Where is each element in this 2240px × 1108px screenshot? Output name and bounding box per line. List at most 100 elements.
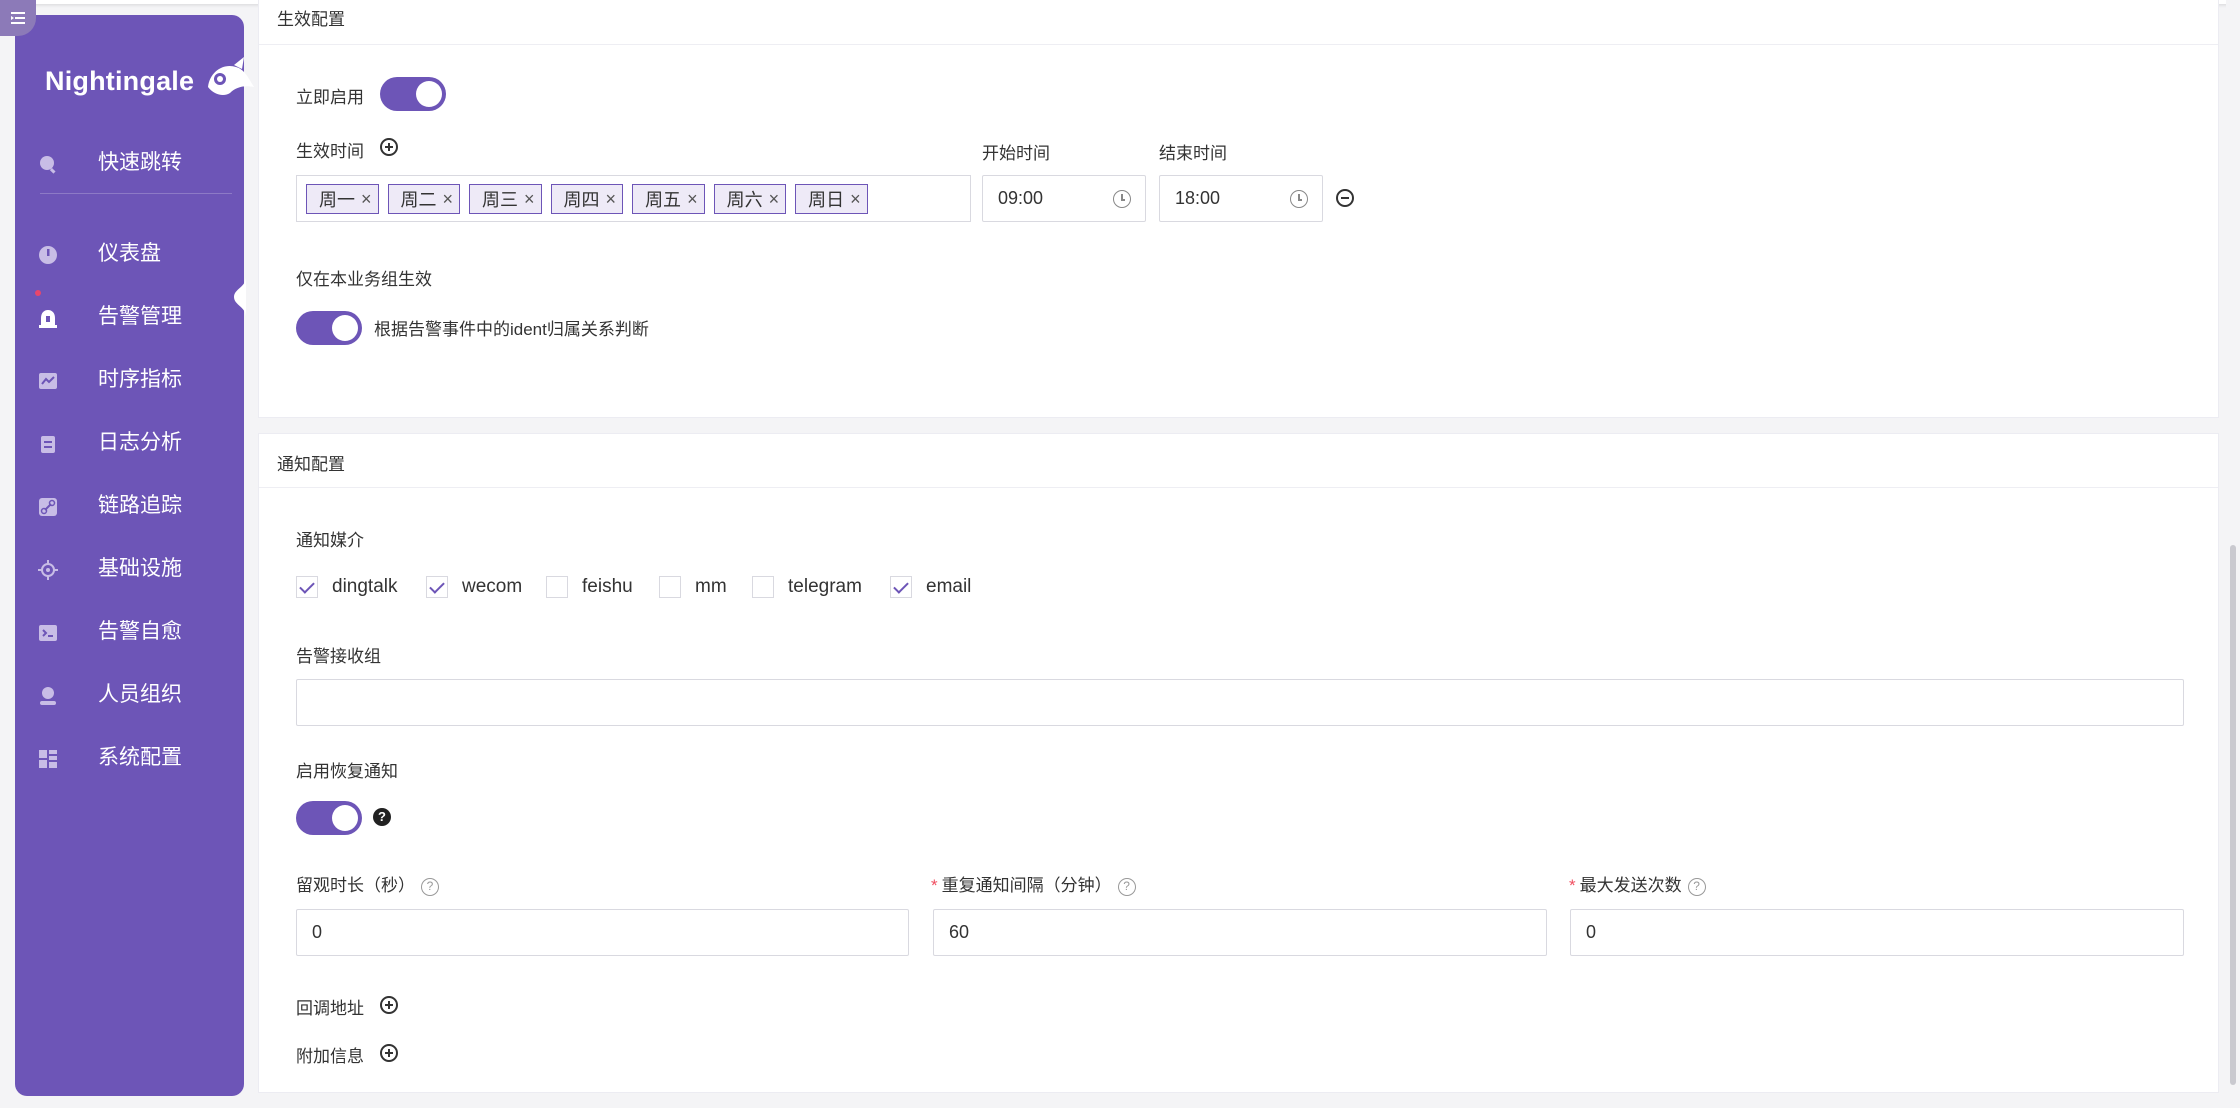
remove-time-icon[interactable] [1336,189,1354,207]
add-time-icon[interactable] [380,138,398,156]
weekday-tag[interactable]: 周四 × [550,183,624,214]
start-time-picker[interactable]: 09:00 [982,175,1146,222]
group-only-hint: 根据告警事件中的ident归属关系判断 [374,320,649,339]
receiver-group-select[interactable] [296,679,2184,726]
brand[interactable]: Nightingale [45,55,256,107]
sidebar-item-label: 仪表盘 [98,242,161,265]
checkbox-icon [426,576,448,598]
nightingale-bird-logo-icon [208,57,255,95]
card-header: 通知配置 [259,434,2218,488]
sidebar-item-label: 链路追踪 [98,494,182,517]
help-icon[interactable]: ? [421,877,439,896]
recover-notify-label: 启用恢复通知 [296,762,398,781]
sidebar-item-dashboard[interactable]: 仪表盘 [15,232,244,276]
effective-config-card: 生效配置 立即启用 生效时间 开始时间 结束时间 周一 × 周二 × 周三 × 周四 ×… [258,0,2219,418]
checkbox-icon [752,576,774,598]
observe-duration-input[interactable]: 0 [296,909,909,956]
card-title: 通知配置 [277,455,345,474]
weekday-tag[interactable]: 周日 × [795,183,868,214]
weekday-tag[interactable]: 周三 × [469,183,542,214]
sidebar-item-system-settings[interactable]: 系统配置 [15,736,244,780]
sidebar-item-label: 快速跳转 [98,151,182,174]
recover-notify-switch[interactable] [296,801,362,835]
sidebar-item-alarm-management[interactable]: 告警管理 [15,295,244,339]
repeat-interval-input[interactable]: 60 [933,909,1547,956]
grid-settings-icon [39,750,57,768]
end-time-picker[interactable]: 18:00 [1159,175,1323,222]
weekday-tag[interactable]: 周五 × [632,183,705,214]
start-time-value: 09:00 [998,188,1044,208]
sidebar-item-self-healing[interactable]: 告警自愈 [15,610,244,654]
channel-feishu-checkbox[interactable]: feishu [546,576,633,598]
question-icon[interactable]: ? [373,808,391,826]
sidebar-item-label: 人员组织 [98,683,182,706]
link-icon [39,498,57,516]
sidebar: Nightingale 快速跳转 仪表盘 告警管理 时序指标 日志分析 链路追踪… [15,15,255,1096]
sidebar-item-infrastructure[interactable]: 基础设施 [15,547,244,591]
weekday-tag[interactable]: 周二 × [387,183,461,214]
start-time-label: 开始时间 [982,144,1050,163]
close-icon[interactable]: × [850,190,861,208]
main-content: 生效配置 立即启用 生效时间 开始时间 结束时间 周一 × 周二 × 周三 × 周四 ×… [258,0,2220,1108]
channel-telegram-checkbox[interactable]: telegram [752,576,862,598]
close-icon[interactable]: × [606,190,617,208]
add-callback-icon[interactable] [380,996,398,1014]
enable-now-label: 立即启用 [296,88,364,107]
channel-mm-checkbox[interactable]: mm [659,576,727,598]
receiver-group-label: 告警接收组 [296,647,381,666]
callback-url-label: 回调地址 [296,999,364,1018]
active-item-indicator [234,277,246,317]
help-icon[interactable]: ? [1687,877,1706,896]
close-icon[interactable]: × [443,190,454,208]
extra-info-label: 附加信息 [296,1047,364,1066]
channel-dingtalk-checkbox[interactable]: dingtalk [296,576,398,598]
add-extra-info-icon[interactable] [380,1044,398,1062]
max-send-count-input[interactable]: 0 [1570,909,2184,956]
help-icon[interactable]: ? [1117,877,1136,896]
group-only-label: 仅在本业务组生效 [296,270,432,289]
end-time-value: 18:00 [1175,188,1221,208]
sidebar-item-timeseries-metrics[interactable]: 时序指标 [15,358,244,402]
crosshair-icon [38,560,58,580]
channel-email-checkbox[interactable]: email [890,576,971,598]
card-title: 生效配置 [277,10,345,29]
close-icon[interactable]: × [361,190,372,208]
max-send-count-label: * 最大发送次数? [1569,871,1706,896]
sidebar-divider [40,193,232,194]
user-icon [40,687,56,705]
sidebar-item-quick-jump[interactable]: 快速跳转 [15,141,244,185]
sidebar-item-log-analysis[interactable]: 日志分析 [15,421,244,465]
scrollbar-thumb[interactable] [2230,545,2236,1085]
weekday-select[interactable]: 周一 × 周二 × 周三 × 周四 × 周五 × 周六 × 周日 × [296,175,971,222]
sidebar-item-label: 系统配置 [98,746,182,769]
group-only-switch[interactable] [296,311,362,345]
close-icon[interactable]: × [687,190,698,208]
sidebar-item-trace[interactable]: 链路追踪 [15,484,244,528]
menu-collapse-button[interactable] [0,0,36,36]
checkbox-icon [659,576,681,598]
clock-icon [1290,190,1308,208]
metrics-chart-icon [39,373,57,389]
effective-time-label: 生效时间 [296,142,364,161]
close-icon[interactable]: × [769,190,780,208]
search-icon [40,156,56,174]
dashboard-icon [39,246,57,264]
weekday-tag[interactable]: 周六 × [713,183,787,214]
enable-now-switch[interactable] [380,77,446,111]
sidebar-item-label: 时序指标 [98,368,182,391]
close-icon[interactable]: × [524,190,535,208]
sidebar-item-label: 告警自愈 [98,620,182,643]
sidebar-item-personnel[interactable]: 人员组织 [15,673,244,717]
end-time-label: 结束时间 [1159,144,1227,163]
log-document-icon [41,436,55,453]
card-header: 生效配置 [259,0,2218,45]
weekday-tag[interactable]: 周一 × [306,183,379,214]
channel-wecom-checkbox[interactable]: wecom [426,576,522,598]
terminal-icon [39,625,57,641]
menu-fold-icon [11,12,25,24]
checkbox-icon [546,576,568,598]
repeat-interval-label: * 重复通知间隔（分钟）? [931,871,1136,896]
observe-duration-label: 留观时长（秒）? [296,871,439,896]
checkbox-icon [890,576,912,598]
clock-icon [1113,190,1131,208]
